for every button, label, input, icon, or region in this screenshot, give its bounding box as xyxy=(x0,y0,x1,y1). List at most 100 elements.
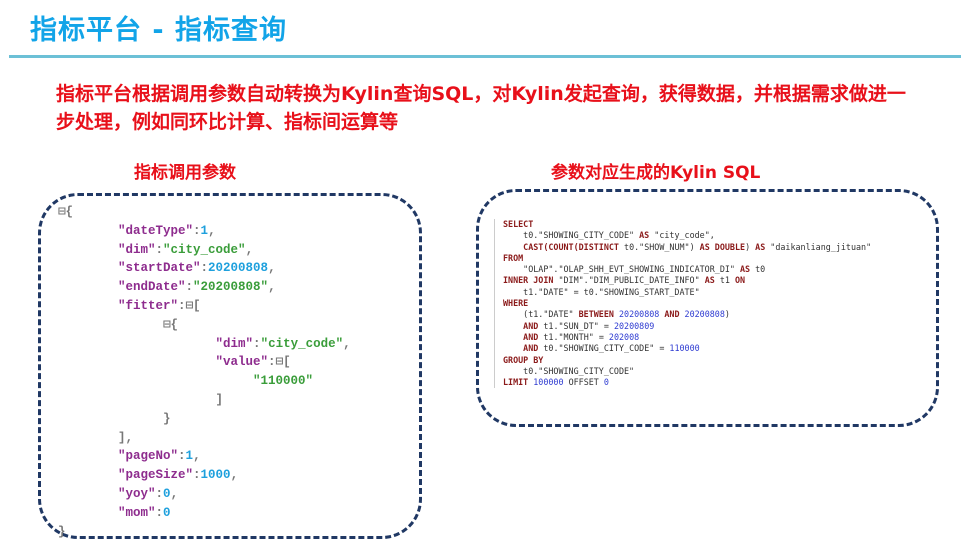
json-token: ], xyxy=(58,430,134,445)
json-token: 1 xyxy=(185,449,194,464)
sql-line: GROUP BY xyxy=(503,355,871,366)
json-token: , xyxy=(193,449,201,464)
sql-token: t1 xyxy=(714,275,735,286)
sql-token: INNER JOIN xyxy=(503,275,554,286)
json-line: "fitter":⊟[ xyxy=(58,297,351,316)
sql-token: t0."SHOW_NUM") xyxy=(618,241,700,252)
json-token: "city_code" xyxy=(163,242,246,257)
description: 指标平台根据调用参数自动转换为Kylin查询SQL，对Kylin发起查询，获得数… xyxy=(56,83,906,133)
json-line: "yoy":0, xyxy=(58,485,351,504)
sql-token: AS xyxy=(755,241,766,252)
json-line: ], xyxy=(58,429,351,448)
json-token: 1 xyxy=(200,223,209,238)
json-token: "20200808" xyxy=(193,280,269,295)
sql-token: "OLAP"."OLAP_SHH_EVT_SHOWING_INDICATOR_D… xyxy=(503,264,740,275)
json-token: "value" xyxy=(215,355,269,370)
json-token: , xyxy=(268,261,276,276)
json-token: ⊟{ xyxy=(58,205,74,219)
sql-token: 20200808 xyxy=(679,309,725,320)
sql-token: t0 xyxy=(750,264,766,275)
sql-token: 20200808 xyxy=(613,309,665,320)
json-token: :⊟[ xyxy=(268,355,291,370)
json-line: ] xyxy=(58,391,351,410)
sql-code-block: SELECT t0."SHOWING_CITY_CODE" AS "city_c… xyxy=(494,219,871,389)
sql-line: (t1."DATE" BETWEEN 20200808 AND 20200808… xyxy=(503,309,871,320)
json-token: 1000 xyxy=(200,468,231,483)
json-token: 0 xyxy=(163,505,171,520)
json-token: "startDate" xyxy=(118,261,201,276)
json-token: , xyxy=(170,486,179,501)
json-line: "dim":"city_code", xyxy=(58,335,351,354)
sql-token: ON xyxy=(734,275,746,286)
sql-token: AS DOUBLE xyxy=(699,241,746,252)
json-token: : xyxy=(200,261,209,276)
json-line: "startDate":20200808, xyxy=(58,259,351,278)
sql-token: 20200809 xyxy=(613,320,655,331)
json-token: :⊟[ xyxy=(178,298,201,313)
json-line: "endDate":"20200808", xyxy=(58,278,351,297)
sql-token: t0."SHOWING_CITY_CODE" = xyxy=(538,343,670,354)
json-token: : xyxy=(193,468,201,483)
page-title: 指标平台 - 指标查询 xyxy=(30,15,288,46)
sql-token: AS xyxy=(739,264,751,275)
json-token: "yoy" xyxy=(118,486,156,501)
json-token: : xyxy=(193,223,201,238)
sql-token: t1."MONTH" = xyxy=(538,331,609,342)
sql-token: 100000 xyxy=(528,377,569,388)
json-token: "pageNo" xyxy=(118,449,179,464)
json-line: ⊟{ xyxy=(58,203,351,222)
sql-token: "city_code", xyxy=(649,230,715,241)
sql-line: "OLAP"."OLAP_SHH_EVT_SHOWING_INDICATOR_D… xyxy=(503,264,871,275)
left-heading: 指标调用参数 xyxy=(134,163,236,183)
json-token: , xyxy=(245,242,254,257)
sql-line: AND t1."SUN_DT" = 20200809 xyxy=(503,321,871,332)
sql-token: AND xyxy=(523,343,539,354)
sql-token: WHERE xyxy=(503,298,529,309)
json-token: : xyxy=(155,242,164,257)
sql-token: GROUP BY xyxy=(503,354,544,365)
json-token: : xyxy=(185,280,194,295)
sql-token: "DIM"."DIM_PUBLIC_DATE_INFO" xyxy=(553,275,705,286)
json-token: "dateType" xyxy=(118,223,194,238)
json-token: , xyxy=(343,336,351,351)
sql-line: SELECT xyxy=(503,219,871,230)
json-line: "dateType":1, xyxy=(58,222,351,241)
sql-token: AND xyxy=(523,331,539,342)
sql-token: t1."SUN_DT" = xyxy=(538,320,614,331)
json-token: "110000" xyxy=(253,374,314,389)
json-line: "mom":0 xyxy=(58,504,351,523)
sql-token: t0."SHOWING_CITY_CODE" xyxy=(503,365,635,376)
sql-token: AS xyxy=(704,275,715,286)
sql-line: CAST(COUNT(DISTINCT t0."SHOW_NUM") AS DO… xyxy=(503,242,871,253)
json-token: : xyxy=(155,486,164,501)
json-line: "pageSize":1000, xyxy=(58,466,351,485)
json-token: "mom" xyxy=(118,505,156,520)
sql-token: ) xyxy=(745,241,756,252)
sql-token: t0."SHOWING_CITY_CODE" xyxy=(503,230,640,241)
json-token: ⊟{ xyxy=(58,317,179,332)
json-line: "dim":"city_code", xyxy=(58,241,351,260)
json-token: } xyxy=(58,524,66,539)
sql-token: (t1."DATE" xyxy=(503,309,579,320)
json-token: "pageSize" xyxy=(118,468,194,483)
sql-token: AND xyxy=(523,320,539,331)
json-token: : xyxy=(178,449,186,464)
json-token: 20200808 xyxy=(208,261,269,276)
json-line: "pageNo":1, xyxy=(58,447,351,466)
sql-line: t1."DATE" = t0."SHOWING_START_DATE" xyxy=(503,287,871,298)
sql-line: AND t0."SHOWING_CITY_CODE" = 110000 xyxy=(503,343,871,354)
json-token: , xyxy=(268,280,276,295)
json-line: } xyxy=(58,410,351,429)
json-token: , xyxy=(208,223,216,238)
json-token: } xyxy=(58,411,171,426)
